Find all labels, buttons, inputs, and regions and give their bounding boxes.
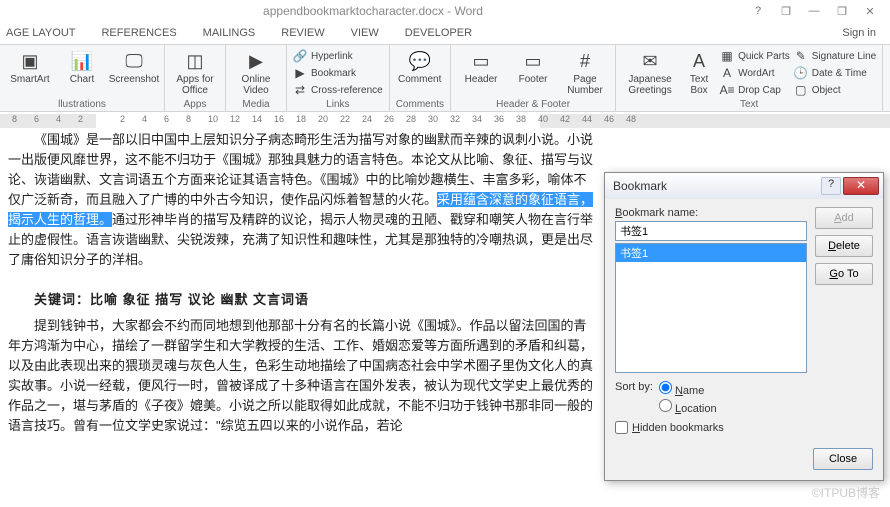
link-icon: 🔗: [293, 49, 307, 63]
sort-name-radio[interactable]: Name: [659, 381, 717, 397]
hyperlink-button[interactable]: 🔗Hyperlink: [293, 48, 383, 64]
apps-icon: ◫: [184, 50, 206, 72]
greetings-icon: ✉: [639, 50, 661, 72]
ribbon: ▣SmartArt 📊Chart 🖵Screenshot llustration…: [0, 44, 890, 112]
tab-page-layout[interactable]: AGE LAYOUT: [4, 25, 77, 41]
tab-references[interactable]: REFERENCES: [99, 25, 178, 41]
group-links: 🔗Hyperlink ▶Bookmark ⇄Cross-reference Li…: [287, 45, 390, 111]
object-icon: ▢: [794, 83, 808, 97]
datetime-icon: 🕒: [794, 66, 808, 80]
group-comments: 💬Comment Comments: [390, 45, 451, 111]
sort-by-label: Sort by:: [615, 381, 653, 393]
window-buttons: ? ❐ — ❐ ✕: [746, 5, 890, 18]
ribbon-display-button[interactable]: ❐: [774, 5, 798, 18]
bookmark-name-input[interactable]: [615, 221, 807, 241]
paragraph[interactable]: 《围城》是一部以旧中国中上层知识分子病态畸形生活为描写对象的幽默而辛辣的讽刺小说…: [8, 130, 598, 270]
object-button[interactable]: ▢Object: [794, 82, 877, 98]
page-number-button[interactable]: #Page Number: [561, 48, 609, 98]
textbox-button[interactable]: AText Box: [682, 48, 716, 98]
watermark: ©ITPUB博客: [812, 484, 880, 501]
paragraph[interactable]: 提到钱钟书，大家都会不约而同地想到他那部十分有名的长篇小说《围城》。作品以留法回…: [8, 316, 598, 436]
group-apps: ◫Apps for Office Apps: [165, 45, 226, 111]
group-media: ▶Online Video Media: [226, 45, 287, 111]
help-button[interactable]: ?: [746, 5, 770, 18]
bookmark-icon: ▶: [293, 66, 307, 80]
crossref-icon: ⇄: [293, 83, 307, 97]
screenshot-button[interactable]: 🖵Screenshot: [110, 48, 158, 87]
close-button[interactable]: ✕: [858, 5, 882, 18]
greetings-button[interactable]: ✉Japanese Greetings: [622, 48, 678, 98]
comment-button[interactable]: 💬Comment: [396, 48, 444, 87]
screenshot-icon: 🖵: [123, 50, 145, 72]
document-page[interactable]: 《围城》是一部以旧中国中上层知识分子病态畸形生活为描写对象的幽默而辛辣的讽刺小说…: [8, 130, 598, 500]
close-dialog-button[interactable]: Close: [813, 448, 873, 470]
group-illustrations: ▣SmartArt 📊Chart 🖵Screenshot llustration…: [0, 45, 165, 111]
dialog-help-button[interactable]: ?: [821, 177, 841, 195]
sign-in-link[interactable]: Sign in: [842, 27, 886, 39]
keywords-line[interactable]: 关键词：比喻 象征 描写 议论 幽默 文言词语: [8, 290, 598, 310]
dialog-title: Bookmark: [613, 179, 667, 193]
video-icon: ▶: [245, 50, 267, 72]
header-icon: ▭: [470, 50, 492, 72]
smartart-icon: ▣: [19, 50, 41, 72]
page-number-icon: #: [574, 50, 596, 72]
textbox-icon: A: [688, 50, 710, 72]
horizontal-ruler[interactable]: 8642246810121416182022242628303234363840…: [0, 112, 890, 130]
datetime-button[interactable]: 🕒Date & Time: [794, 65, 877, 81]
smartart-button[interactable]: ▣SmartArt: [6, 48, 54, 87]
dialog-titlebar[interactable]: Bookmark ? ✕: [605, 173, 883, 199]
dialog-close-button[interactable]: ✕: [843, 177, 879, 195]
ribbon-tabs: AGE LAYOUT REFERENCES MAILINGS REVIEW VI…: [0, 22, 890, 44]
video-button[interactable]: ▶Online Video: [232, 48, 280, 98]
comment-icon: 💬: [409, 50, 431, 72]
minimize-button[interactable]: —: [802, 5, 826, 18]
group-symbols: πEquation ΩSymbol №Number Symbols: [883, 45, 890, 111]
bookmark-dialog: Bookmark ? ✕ Bookmark name: 书签1 Add Dele…: [604, 172, 884, 481]
add-button: Add: [815, 207, 873, 229]
window-title: appendbookmarktocharacter.docx - Word: [0, 4, 746, 18]
sort-location-radio[interactable]: Location: [659, 399, 717, 415]
quickparts-button[interactable]: ▦Quick Parts: [720, 48, 790, 64]
tab-mailings[interactable]: MAILINGS: [201, 25, 258, 41]
chart-icon: 📊: [71, 50, 93, 72]
signature-icon: ✎: [794, 49, 808, 63]
tab-view[interactable]: VIEW: [349, 25, 381, 41]
signature-button[interactable]: ✎Signature Line: [794, 48, 877, 64]
tab-developer[interactable]: DEVELOPER: [403, 25, 474, 41]
crossref-button[interactable]: ⇄Cross-reference: [293, 82, 383, 98]
header-button[interactable]: ▭Header: [457, 48, 505, 87]
group-text: ✉Japanese Greetings AText Box ▦Quick Par…: [616, 45, 883, 111]
footer-button[interactable]: ▭Footer: [509, 48, 557, 87]
goto-button[interactable]: Go To: [815, 263, 873, 285]
quickparts-icon: ▦: [720, 49, 734, 63]
apps-button[interactable]: ◫Apps for Office: [171, 48, 219, 98]
group-header-footer: ▭Header ▭Footer #Page Number Header & Fo…: [451, 45, 616, 111]
title-bar: appendbookmarktocharacter.docx - Word ? …: [0, 0, 890, 22]
bookmark-list[interactable]: 书签1: [615, 243, 807, 373]
tab-review[interactable]: REVIEW: [279, 25, 326, 41]
bookmark-button[interactable]: ▶Bookmark: [293, 65, 383, 81]
dropcap-icon: A≡: [720, 83, 734, 97]
hidden-bookmarks-label: Hidden bookmarks: [632, 422, 724, 434]
restore-button[interactable]: ❐: [830, 5, 854, 18]
footer-icon: ▭: [522, 50, 544, 72]
delete-button[interactable]: Delete: [815, 235, 873, 257]
chart-button[interactable]: 📊Chart: [58, 48, 106, 87]
wordart-button[interactable]: AWordArt: [720, 65, 790, 81]
hidden-bookmarks-checkbox[interactable]: [615, 421, 628, 434]
bookmark-list-item[interactable]: 书签1: [616, 244, 806, 262]
wordart-icon: A: [720, 66, 734, 80]
dropcap-button[interactable]: A≡Drop Cap: [720, 82, 790, 98]
